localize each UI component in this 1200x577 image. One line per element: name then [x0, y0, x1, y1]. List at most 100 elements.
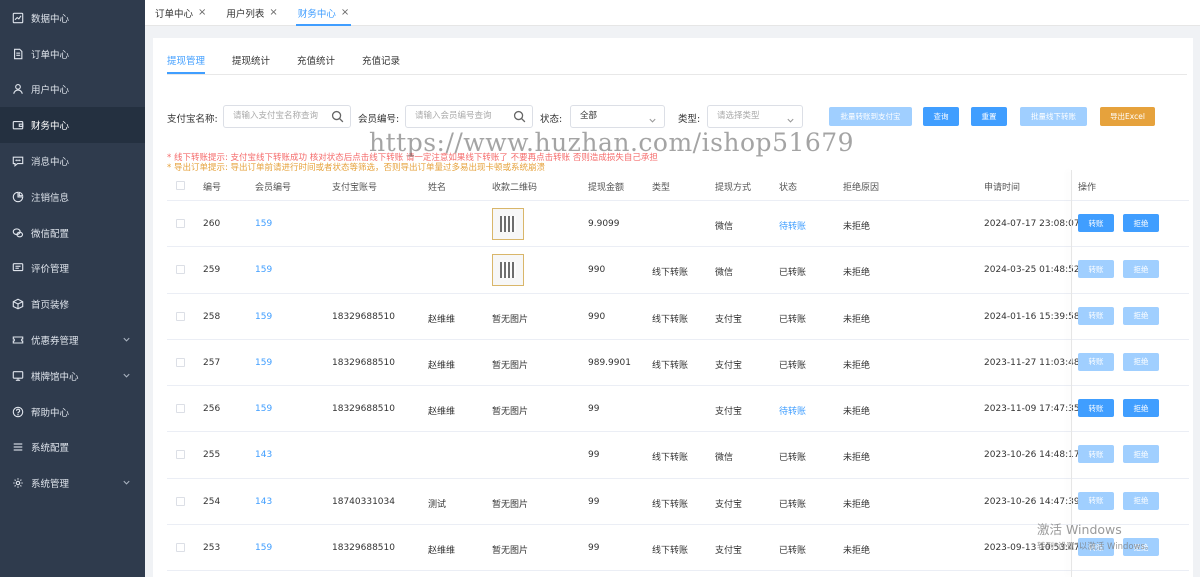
sidebar-item-help-center[interactable]: 帮助中心 [0, 394, 145, 430]
tab-3[interactable]: 财务中心 × [288, 0, 359, 26]
row-amount: 989.9901 [588, 357, 631, 368]
row-method: 微信 [715, 268, 734, 279]
batch-offline-transfer-button[interactable]: 批量线下转账 [1020, 107, 1087, 126]
row-checkbox[interactable] [176, 543, 185, 553]
search-icon[interactable] [331, 110, 344, 123]
row-apply-time: 2024-01-16 15:39:58 [984, 311, 1080, 322]
row-checkbox[interactable] [176, 496, 185, 506]
sidebar-item-cancellation-info[interactable]: 注销信息 [0, 179, 145, 215]
row-member-id[interactable]: 159 [255, 404, 272, 414]
column-header: 提现方式 [715, 183, 752, 193]
row-status: 已转账 [779, 453, 807, 464]
subtab-1[interactable]: 提现管理 [167, 53, 206, 74]
row-member-id[interactable]: 159 [255, 312, 272, 322]
subtab-3[interactable]: 充值统计 [297, 53, 335, 74]
sidebar: 数据中心 订单中心 用户中心财务中心消息中心 注销信息 微信配置评价管理首页装修 优惠券管… [0, 0, 145, 577]
row-checkbox[interactable] [176, 311, 185, 321]
alipay-name-input[interactable]: 请输入支付宝名称查询 [223, 105, 351, 128]
batch-transfer-alipay-button[interactable]: 批量转账到支付宝 [829, 107, 912, 126]
row-name: 赵维维 [428, 360, 456, 371]
sub-tabs-divider [167, 74, 1187, 75]
column-header: 提现金额 [588, 183, 625, 193]
chevron-down-icon [648, 113, 657, 123]
reject-button[interactable]: 拒绝 [1123, 260, 1159, 279]
row-alipay-account: 18329688510 [332, 311, 395, 322]
transfer-button[interactable]: 转账 [1078, 214, 1114, 232]
sidebar-item-home-decoration[interactable]: 首页装修 [0, 286, 145, 322]
search-icon[interactable] [513, 110, 526, 123]
row-type: 线下转账 [652, 453, 689, 464]
chart-icon [12, 12, 24, 24]
transfer-button[interactable]: 转账 [1078, 352, 1114, 371]
sidebar-item-order-center[interactable]: 订单中心 [0, 36, 145, 72]
qr-code-image [492, 254, 524, 287]
close-icon[interactable]: × [198, 7, 206, 18]
close-icon[interactable]: × [269, 7, 277, 18]
tab-1[interactable]: 订单中心 × [145, 0, 216, 25]
select-all-checkbox[interactable] [176, 181, 185, 190]
row-checkbox[interactable] [176, 265, 185, 275]
row-id: 260 [203, 219, 221, 229]
sidebar-item-label: 财务中心 [31, 121, 70, 133]
row-apply-time: 2023-11-27 11:03:48 [984, 357, 1080, 368]
sidebar-item-chess-hall-center[interactable]: 棋牌馆中心 [0, 358, 145, 394]
reject-button[interactable]: 拒绝 [1123, 306, 1159, 325]
sidebar-item-message-center[interactable]: 消息中心 [0, 143, 145, 179]
reset-button[interactable]: 重置 [971, 107, 1007, 126]
sidebar-item-system-config[interactable]: 系统配置 [0, 430, 145, 466]
row-alipay-account: 18329688510 [332, 543, 395, 554]
document-icon [12, 48, 24, 60]
tab-2[interactable]: 用户列表 × [216, 0, 287, 25]
sidebar-item-system-management[interactable]: 系统管理 [0, 465, 145, 501]
row-member-id[interactable]: 143 [255, 450, 272, 460]
reject-button[interactable]: 拒绝 [1123, 214, 1159, 232]
sidebar-item-user-center[interactable]: 用户中心 [0, 72, 145, 108]
member-id-input[interactable]: 请输入会员编号查询 [405, 105, 533, 128]
row-member-id[interactable]: 159 [255, 358, 272, 368]
sidebar-item-data-center[interactable]: 数据中心 [0, 0, 145, 36]
monitor-icon [12, 370, 24, 382]
export-excel-button[interactable]: 导出Excel [1100, 107, 1155, 126]
row-checkbox[interactable] [176, 404, 185, 414]
row-member-id[interactable]: 143 [255, 497, 272, 507]
sidebar-item-label: 评价管理 [31, 264, 70, 276]
transfer-button[interactable]: 转账 [1078, 306, 1114, 325]
row-method: 支付宝 [715, 499, 743, 510]
transfer-button[interactable]: 转账 [1078, 399, 1114, 418]
row-checkbox[interactable] [176, 219, 185, 228]
alipay-name-placeholder: 请输入支付宝名称查询 [233, 111, 319, 121]
sidebar-item-coupon-management[interactable]: 优惠券管理 [0, 322, 145, 358]
close-icon[interactable]: × [341, 7, 349, 18]
status-select[interactable]: 全部 [570, 105, 665, 128]
sidebar-item-wechat-config[interactable]: 微信配置 [0, 215, 145, 251]
type-select-placeholder: 请选择类型 [717, 111, 760, 121]
query-button[interactable]: 查询 [923, 107, 959, 126]
row-reject-reason: 未拒绝 [843, 546, 871, 557]
transfer-button[interactable]: 转账 [1078, 491, 1114, 510]
reject-button[interactable]: 拒绝 [1123, 445, 1159, 464]
transfer-button[interactable]: 转账 [1078, 260, 1114, 279]
sidebar-item-finance-center[interactable]: 财务中心 [0, 107, 145, 144]
subtab-4[interactable]: 充值记录 [362, 53, 400, 74]
row-member-id[interactable]: 159 [255, 219, 272, 229]
sidebar-item-review-management[interactable]: 评价管理 [0, 251, 145, 287]
sidebar-item-label: 棋牌馆中心 [31, 371, 79, 383]
row-member-id[interactable]: 159 [255, 265, 272, 275]
reject-button[interactable]: 拒绝 [1123, 352, 1159, 371]
sidebar-item-label: 系统配置 [31, 443, 70, 455]
tab-label: 订单中心 [155, 8, 194, 20]
row-amount: 99 [588, 543, 600, 554]
row-id: 255 [203, 450, 221, 461]
row-method: 支付宝 [715, 546, 743, 557]
row-method: 支付宝 [715, 360, 743, 371]
sub-tabs: 提现管理 提现统计 充值统计 充值记录 [167, 53, 427, 74]
row-checkbox[interactable] [176, 357, 185, 367]
subtab-2[interactable]: 提现统计 [232, 53, 270, 74]
row-method: 微信 [715, 222, 734, 232]
reject-button[interactable]: 拒绝 [1123, 491, 1159, 510]
type-select[interactable]: 请选择类型 [707, 105, 803, 128]
reject-button[interactable]: 拒绝 [1123, 399, 1159, 418]
row-member-id[interactable]: 159 [255, 543, 272, 553]
transfer-button[interactable]: 转账 [1078, 445, 1114, 464]
row-checkbox[interactable] [176, 450, 185, 460]
